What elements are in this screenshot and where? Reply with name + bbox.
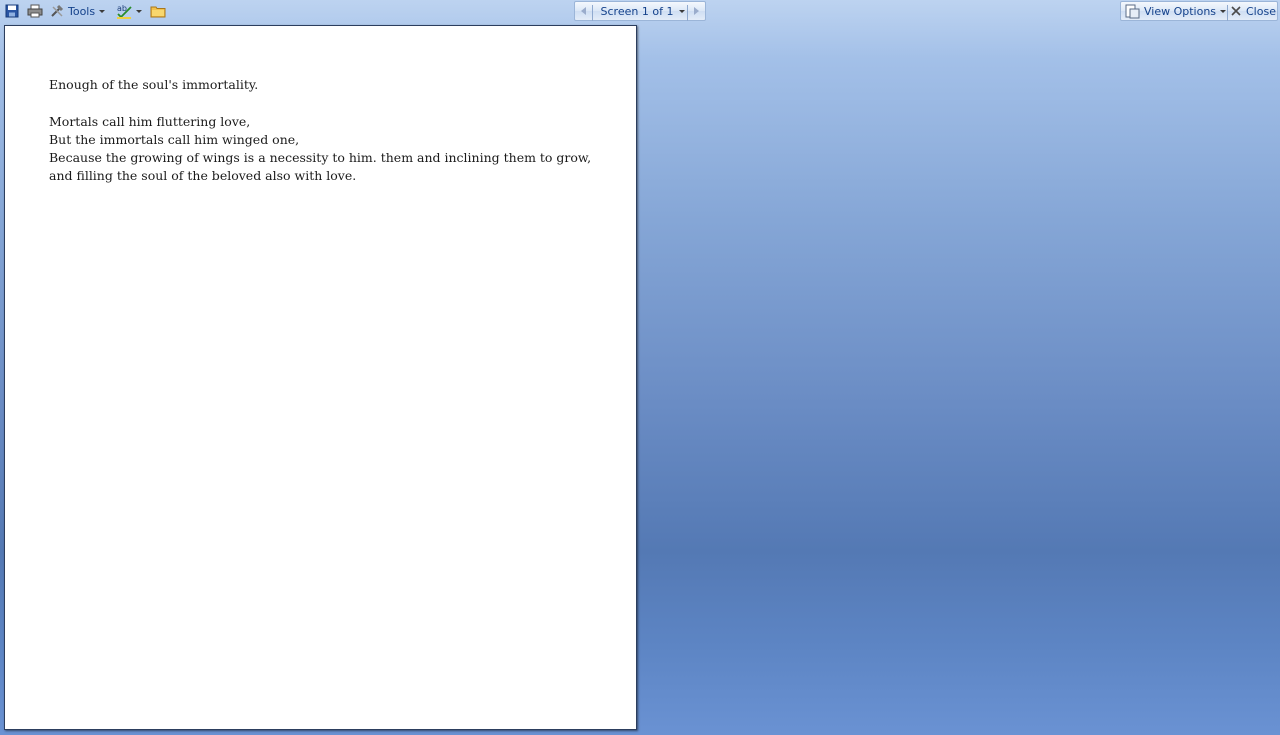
close-label: Close bbox=[1246, 4, 1276, 18]
screen-navigator: Screen 1 of 1 bbox=[574, 1, 706, 21]
chevron-down-icon bbox=[99, 9, 106, 13]
document-line: Enough of the soul's immortality. bbox=[49, 77, 259, 92]
arrow-left-icon bbox=[581, 7, 586, 15]
save-button[interactable] bbox=[3, 1, 21, 21]
next-screen-button[interactable] bbox=[691, 6, 701, 16]
document-line: Because the growing of wings is a necess… bbox=[49, 150, 592, 183]
spelling-icon: ab bbox=[117, 4, 132, 19]
divider bbox=[592, 5, 593, 21]
folder-icon bbox=[150, 6, 166, 18]
view-options-label: View Options bbox=[1144, 4, 1217, 18]
document-line: Mortals call him fluttering love, bbox=[49, 114, 251, 129]
document-line: But the immortals call him winged one, bbox=[49, 132, 300, 147]
print-icon bbox=[27, 4, 43, 18]
chevron-down-icon bbox=[1220, 9, 1227, 13]
screen-indicator: Screen 1 of 1 bbox=[600, 4, 674, 18]
folder-button[interactable] bbox=[148, 1, 168, 21]
tools-label: Tools bbox=[68, 4, 96, 18]
tools-menu-button[interactable]: Tools bbox=[50, 1, 108, 21]
document-page[interactable]: Enough of the soul's immortality. Mortal… bbox=[4, 25, 637, 730]
divider bbox=[687, 5, 688, 21]
view-options-button[interactable]: View Options bbox=[1125, 4, 1227, 19]
spelling-button[interactable]: ab bbox=[113, 1, 145, 21]
tools-icon bbox=[51, 4, 64, 17]
close-button[interactable]: Close bbox=[1231, 5, 1276, 18]
document-body: Enough of the soul's immortality. Mortal… bbox=[49, 76, 594, 185]
view-close-group: View Options Close bbox=[1120, 1, 1278, 21]
reading-toolbar: Tools ab Screen 1 of 1 View Options Clos… bbox=[0, 0, 1280, 22]
save-icon bbox=[5, 4, 19, 18]
chevron-down-icon bbox=[679, 9, 686, 13]
divider bbox=[1227, 5, 1228, 21]
chevron-down-icon bbox=[136, 9, 142, 13]
print-button[interactable] bbox=[25, 1, 45, 21]
screen-selector[interactable]: Screen 1 of 1 bbox=[601, 5, 686, 18]
view-options-icon bbox=[1125, 4, 1140, 18]
close-icon bbox=[1231, 6, 1241, 16]
arrow-right-icon bbox=[693, 7, 699, 15]
previous-screen-button[interactable] bbox=[579, 6, 589, 16]
